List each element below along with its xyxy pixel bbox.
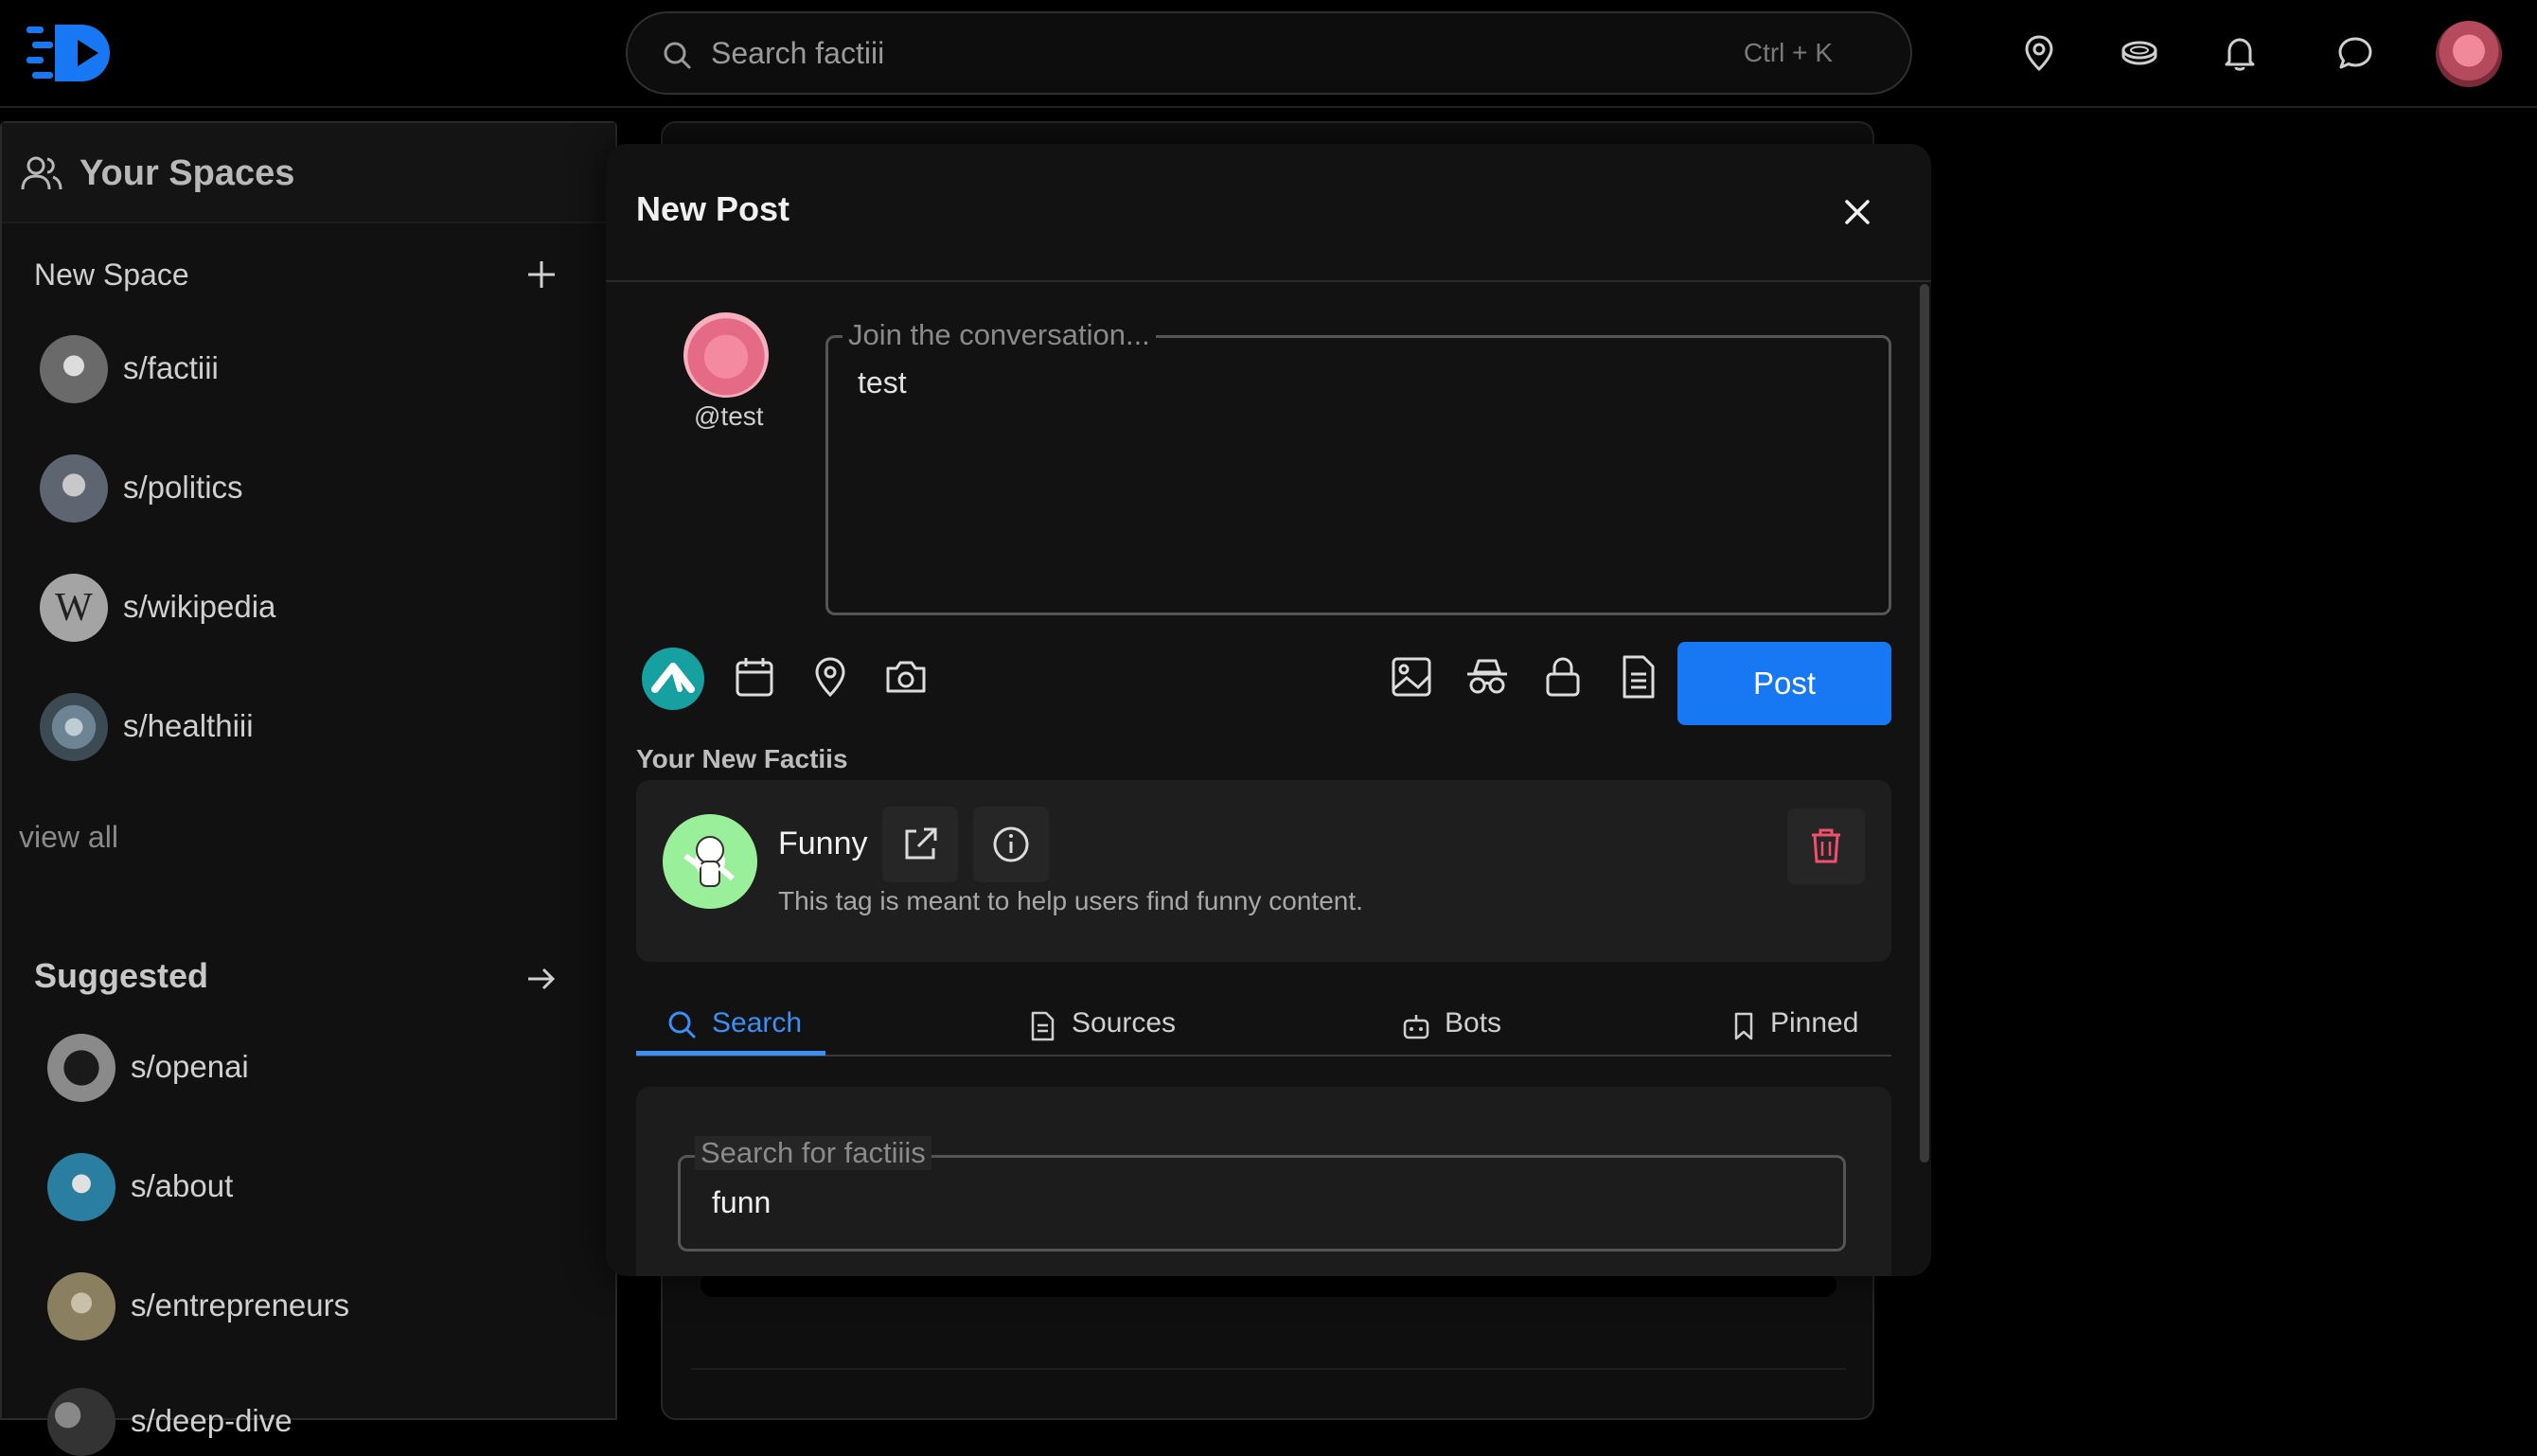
bookmark-icon xyxy=(1730,1011,1757,1041)
incognito-icon[interactable] xyxy=(1462,651,1513,702)
lock-icon[interactable] xyxy=(1537,651,1588,702)
bell-icon[interactable] xyxy=(2218,31,2262,75)
space-label: s/healthiii xyxy=(123,708,254,743)
active-tab-indicator xyxy=(636,1051,825,1056)
user-avatar[interactable] xyxy=(2436,21,2502,87)
image-icon[interactable] xyxy=(1386,651,1437,702)
view-all-link[interactable]: view all xyxy=(19,820,118,855)
feed-divider xyxy=(691,1368,1846,1370)
factii-avatar xyxy=(663,814,757,909)
document-icon xyxy=(1028,1011,1056,1041)
tab-label: Sources xyxy=(1072,1007,1177,1039)
space-label: s/politics xyxy=(123,470,243,505)
space-avatar xyxy=(40,454,108,523)
suggested-item-deep-dive[interactable]: s/deep-dive xyxy=(47,1388,577,1456)
sidebar-item-wikipedia[interactable]: W s/wikipedia xyxy=(40,574,570,642)
camera-icon[interactable] xyxy=(880,651,931,702)
space-label: s/deep-dive xyxy=(131,1403,293,1438)
suggested-item-entrepreneurs[interactable]: s/entrepreneurs xyxy=(47,1272,577,1341)
top-bar: Search factiii Ctrl + K xyxy=(0,0,2537,108)
post-button[interactable]: Post xyxy=(1677,642,1891,725)
calendar-icon[interactable] xyxy=(729,651,780,702)
space-label: s/entrepreneurs xyxy=(131,1287,350,1323)
space-label: s/factiii xyxy=(123,350,219,385)
sidebar-title: Your Spaces xyxy=(80,153,295,193)
space-avatar xyxy=(47,1034,115,1102)
tab-label: Pinned xyxy=(1770,1007,1859,1039)
factii-description: This tag is meant to help users find fun… xyxy=(778,886,1363,915)
arrow-right-icon[interactable] xyxy=(524,962,559,996)
new-space-label[interactable]: New Space xyxy=(34,257,189,293)
post-author-avatar xyxy=(683,312,769,398)
tab-label: Search xyxy=(712,1007,803,1039)
space-avatar xyxy=(47,1153,115,1221)
space-avatar xyxy=(47,1272,115,1341)
global-search-input[interactable]: Search factiii Ctrl + K xyxy=(626,11,1912,95)
chat-icon[interactable] xyxy=(2333,31,2377,75)
sidebar-item-factiii[interactable]: s/factiii xyxy=(40,335,570,403)
location-icon[interactable] xyxy=(805,651,856,702)
search-icon xyxy=(666,1009,697,1039)
space-avatar xyxy=(47,1388,115,1456)
factii-name: Funny xyxy=(778,826,868,861)
post-author-handle: @test xyxy=(694,401,764,431)
info-icon[interactable] xyxy=(973,807,1049,882)
space-label: s/openai xyxy=(131,1049,249,1084)
external-link-icon[interactable] xyxy=(882,807,958,882)
composer-value[interactable]: test xyxy=(858,365,907,400)
coin-icon[interactable] xyxy=(2118,31,2161,75)
modal-title: New Post xyxy=(636,189,790,228)
sidebar-item-politics[interactable]: s/politics xyxy=(40,454,570,523)
suggested-item-about[interactable]: s/about xyxy=(47,1153,577,1221)
bot-icon xyxy=(1401,1011,1431,1041)
logo[interactable] xyxy=(27,21,121,85)
location-icon[interactable] xyxy=(2017,31,2061,75)
factii-search-label: Search for factiiis xyxy=(695,1136,931,1170)
tab-label: Bots xyxy=(1445,1007,1502,1039)
search-shortcut-hint: Ctrl + K xyxy=(1743,38,1833,67)
space-label: s/wikipedia xyxy=(123,589,276,624)
factiii-brand-icon[interactable] xyxy=(642,648,704,710)
suggested-item-openai[interactable]: s/openai xyxy=(47,1034,577,1102)
modal-divider xyxy=(606,280,1931,282)
search-placeholder: Search factiii xyxy=(711,36,885,70)
plus-icon[interactable] xyxy=(524,257,559,292)
post-composer-textarea[interactable] xyxy=(825,335,1891,615)
factii-search-value[interactable]: funn xyxy=(712,1185,771,1220)
users-icon xyxy=(19,151,64,197)
sidebar-header: Your Spaces xyxy=(2,123,615,223)
close-icon[interactable] xyxy=(1842,197,1872,227)
composer-label: Join the conversation... xyxy=(843,318,1156,352)
space-avatar: W xyxy=(40,574,108,642)
new-post-modal: New Post @test Join the conversation... … xyxy=(606,144,1931,1276)
space-label: s/about xyxy=(131,1168,234,1203)
space-avatar xyxy=(40,335,108,403)
sidebar-item-healthiii[interactable]: s/healthiii xyxy=(40,693,570,761)
trash-icon[interactable] xyxy=(1787,808,1865,884)
suggested-title: Suggested xyxy=(34,956,209,995)
sidebar: Your Spaces New Space s/factiii s/politi… xyxy=(0,121,617,1456)
space-avatar xyxy=(40,693,108,761)
search-icon xyxy=(662,40,692,70)
document-icon[interactable] xyxy=(1613,651,1664,702)
factii-card: Funny This tag is meant to help users fi… xyxy=(636,780,1891,962)
modal-scrollbar[interactable] xyxy=(1920,284,1929,1163)
factiis-section-title: Your New Factiis xyxy=(636,744,848,773)
